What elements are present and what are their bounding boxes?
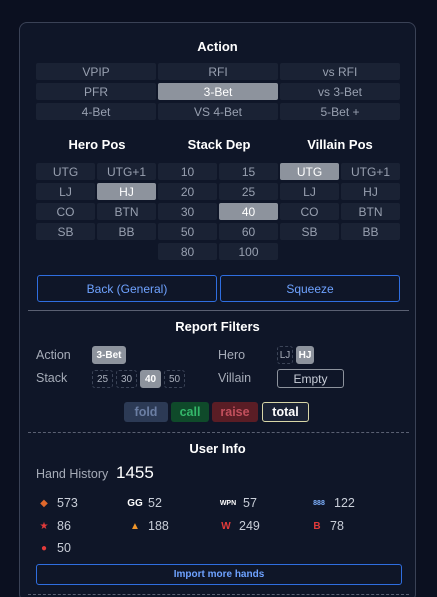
site-b-brand: B 78 (309, 518, 344, 534)
gg-icon: GG (127, 497, 143, 509)
squeeze-button[interactable]: Squeeze (220, 275, 400, 302)
filter-hero-label: Hero (218, 348, 246, 362)
stack-depth-80[interactable]: 80 (158, 243, 217, 260)
villain-pos-utg[interactable]: UTG (280, 163, 339, 180)
site-hand-count: 52 (148, 496, 162, 510)
site-pokerstars: ★ 86 (36, 518, 71, 534)
site-hand-count: 573 (57, 496, 78, 510)
site-fire: ▲ 188 (127, 518, 169, 534)
site-flame-diamond: ◆ 573 (36, 495, 78, 511)
stack-depth-60[interactable]: 60 (219, 223, 278, 240)
stack-chip-40[interactable]: 40 (140, 370, 161, 388)
villain-pos-lj[interactable]: LJ (280, 183, 339, 200)
stack-depth-40[interactable]: 40 (219, 203, 278, 220)
site-hand-count: 50 (57, 541, 71, 555)
site-chip: ● 50 (36, 540, 71, 556)
wpn-icon: WPN (219, 499, 237, 507)
hand-history-label: Hand History (36, 467, 109, 481)
divider (28, 594, 409, 595)
filter-villain-label: Villain (218, 371, 252, 385)
site-gg: GG 52 (127, 495, 162, 511)
villain-pos-sb[interactable]: SB (280, 223, 339, 240)
action-option-pfr[interactable]: PFR (36, 83, 156, 100)
site-888: 888 122 (309, 495, 355, 511)
site-w-brand: W 249 (218, 518, 260, 534)
stats-panel: Action VPIP RFI vs RFI PFR 3-Bet vs 3-Bet 4-Be… (19, 22, 416, 597)
stack-depth-20[interactable]: 20 (158, 183, 217, 200)
hero-pos-btn[interactable]: BTN (97, 203, 156, 220)
user-info-title: User Info (189, 441, 246, 456)
villain-pos-bb[interactable]: BB (341, 223, 400, 240)
report-filters-title: Report Filters (175, 319, 260, 334)
hand-history-count: 1455 (116, 463, 154, 482)
stack-depth-100[interactable]: 100 (219, 243, 278, 260)
villain-empty-chip[interactable]: Empty (277, 369, 344, 388)
stack-depth-15[interactable]: 15 (219, 163, 278, 180)
hero-pos-lj[interactable]: LJ (36, 183, 95, 200)
site-hand-count: 57 (243, 496, 257, 510)
stack-chip-25[interactable]: 25 (92, 370, 113, 388)
hero-pos-bb[interactable]: BB (97, 223, 156, 240)
fire-icon: ▲ (130, 520, 140, 532)
villain-pos-co[interactable]: CO (280, 203, 339, 220)
chip-icon: ● (40, 542, 48, 554)
divider (28, 310, 409, 311)
hero-chip-hj[interactable]: HJ (296, 346, 314, 364)
hero-pos-utg[interactable]: UTG (36, 163, 95, 180)
back-general-button[interactable]: Back (General) (37, 275, 217, 302)
hero-pos-title: Hero Pos (68, 137, 126, 152)
stack-depth-title: Stack Dep (187, 137, 251, 152)
stack-chip-30[interactable]: 30 (116, 370, 137, 388)
villain-pos-btn[interactable]: BTN (341, 203, 400, 220)
w-brand-icon: W (221, 520, 231, 532)
stack-depth-25[interactable]: 25 (219, 183, 278, 200)
hero-pos-co[interactable]: CO (36, 203, 95, 220)
divider (28, 432, 409, 433)
action-option-5-bet[interactable]: 5-Bet + (280, 103, 400, 120)
action-option-vs-4-bet[interactable]: VS 4-Bet (158, 103, 278, 120)
hero-chip-lj[interactable]: LJ (277, 346, 293, 364)
import-more-hands-button[interactable]: Import more hands (36, 564, 402, 585)
villain-pos-title: Villain Pos (307, 137, 373, 152)
hero-pos-hj[interactable]: HJ (97, 183, 156, 200)
flame-diamond-icon: ◆ (40, 497, 48, 509)
action-option-rfi[interactable]: RFI (158, 63, 278, 80)
hero-pos-utg-1[interactable]: UTG+1 (97, 163, 156, 180)
stack-depth-50[interactable]: 50 (158, 223, 217, 240)
legend-total[interactable]: total (262, 402, 309, 422)
site-wpn: WPN 57 (218, 495, 257, 511)
action-option-vs-rfi[interactable]: vs RFI (280, 63, 400, 80)
filter-action-chip[interactable]: 3-Bet (92, 346, 126, 364)
site-hand-count: 249 (239, 519, 260, 533)
action-option-vpip[interactable]: VPIP (36, 63, 156, 80)
legend-raise[interactable]: raise (212, 402, 258, 422)
action-option-4-bet[interactable]: 4-Bet (36, 103, 156, 120)
filter-action-label: Action (36, 348, 71, 362)
filter-stack-label: Stack (36, 371, 68, 385)
site-hand-count: 78 (330, 519, 344, 533)
legend-call[interactable]: call (171, 402, 209, 422)
site-hand-count: 188 (148, 519, 169, 533)
pokerstars-icon: ★ (39, 520, 49, 532)
b-brand-icon: B (313, 520, 321, 532)
legend-fold[interactable]: fold (124, 402, 168, 422)
stack-depth-30[interactable]: 30 (158, 203, 217, 220)
action-title: Action (197, 39, 238, 54)
site-hand-count: 122 (334, 496, 355, 510)
action-option-3-bet[interactable]: 3-Bet (158, 83, 278, 100)
888-icon: 888 (313, 499, 325, 507)
site-hand-count: 86 (57, 519, 71, 533)
action-option-vs-3-bet[interactable]: vs 3-Bet (280, 83, 400, 100)
villain-pos-hj[interactable]: HJ (341, 183, 400, 200)
stack-depth-10[interactable]: 10 (158, 163, 217, 180)
stack-chip-50[interactable]: 50 (164, 370, 185, 388)
villain-pos-utg-1[interactable]: UTG+1 (341, 163, 400, 180)
hero-pos-sb[interactable]: SB (36, 223, 95, 240)
